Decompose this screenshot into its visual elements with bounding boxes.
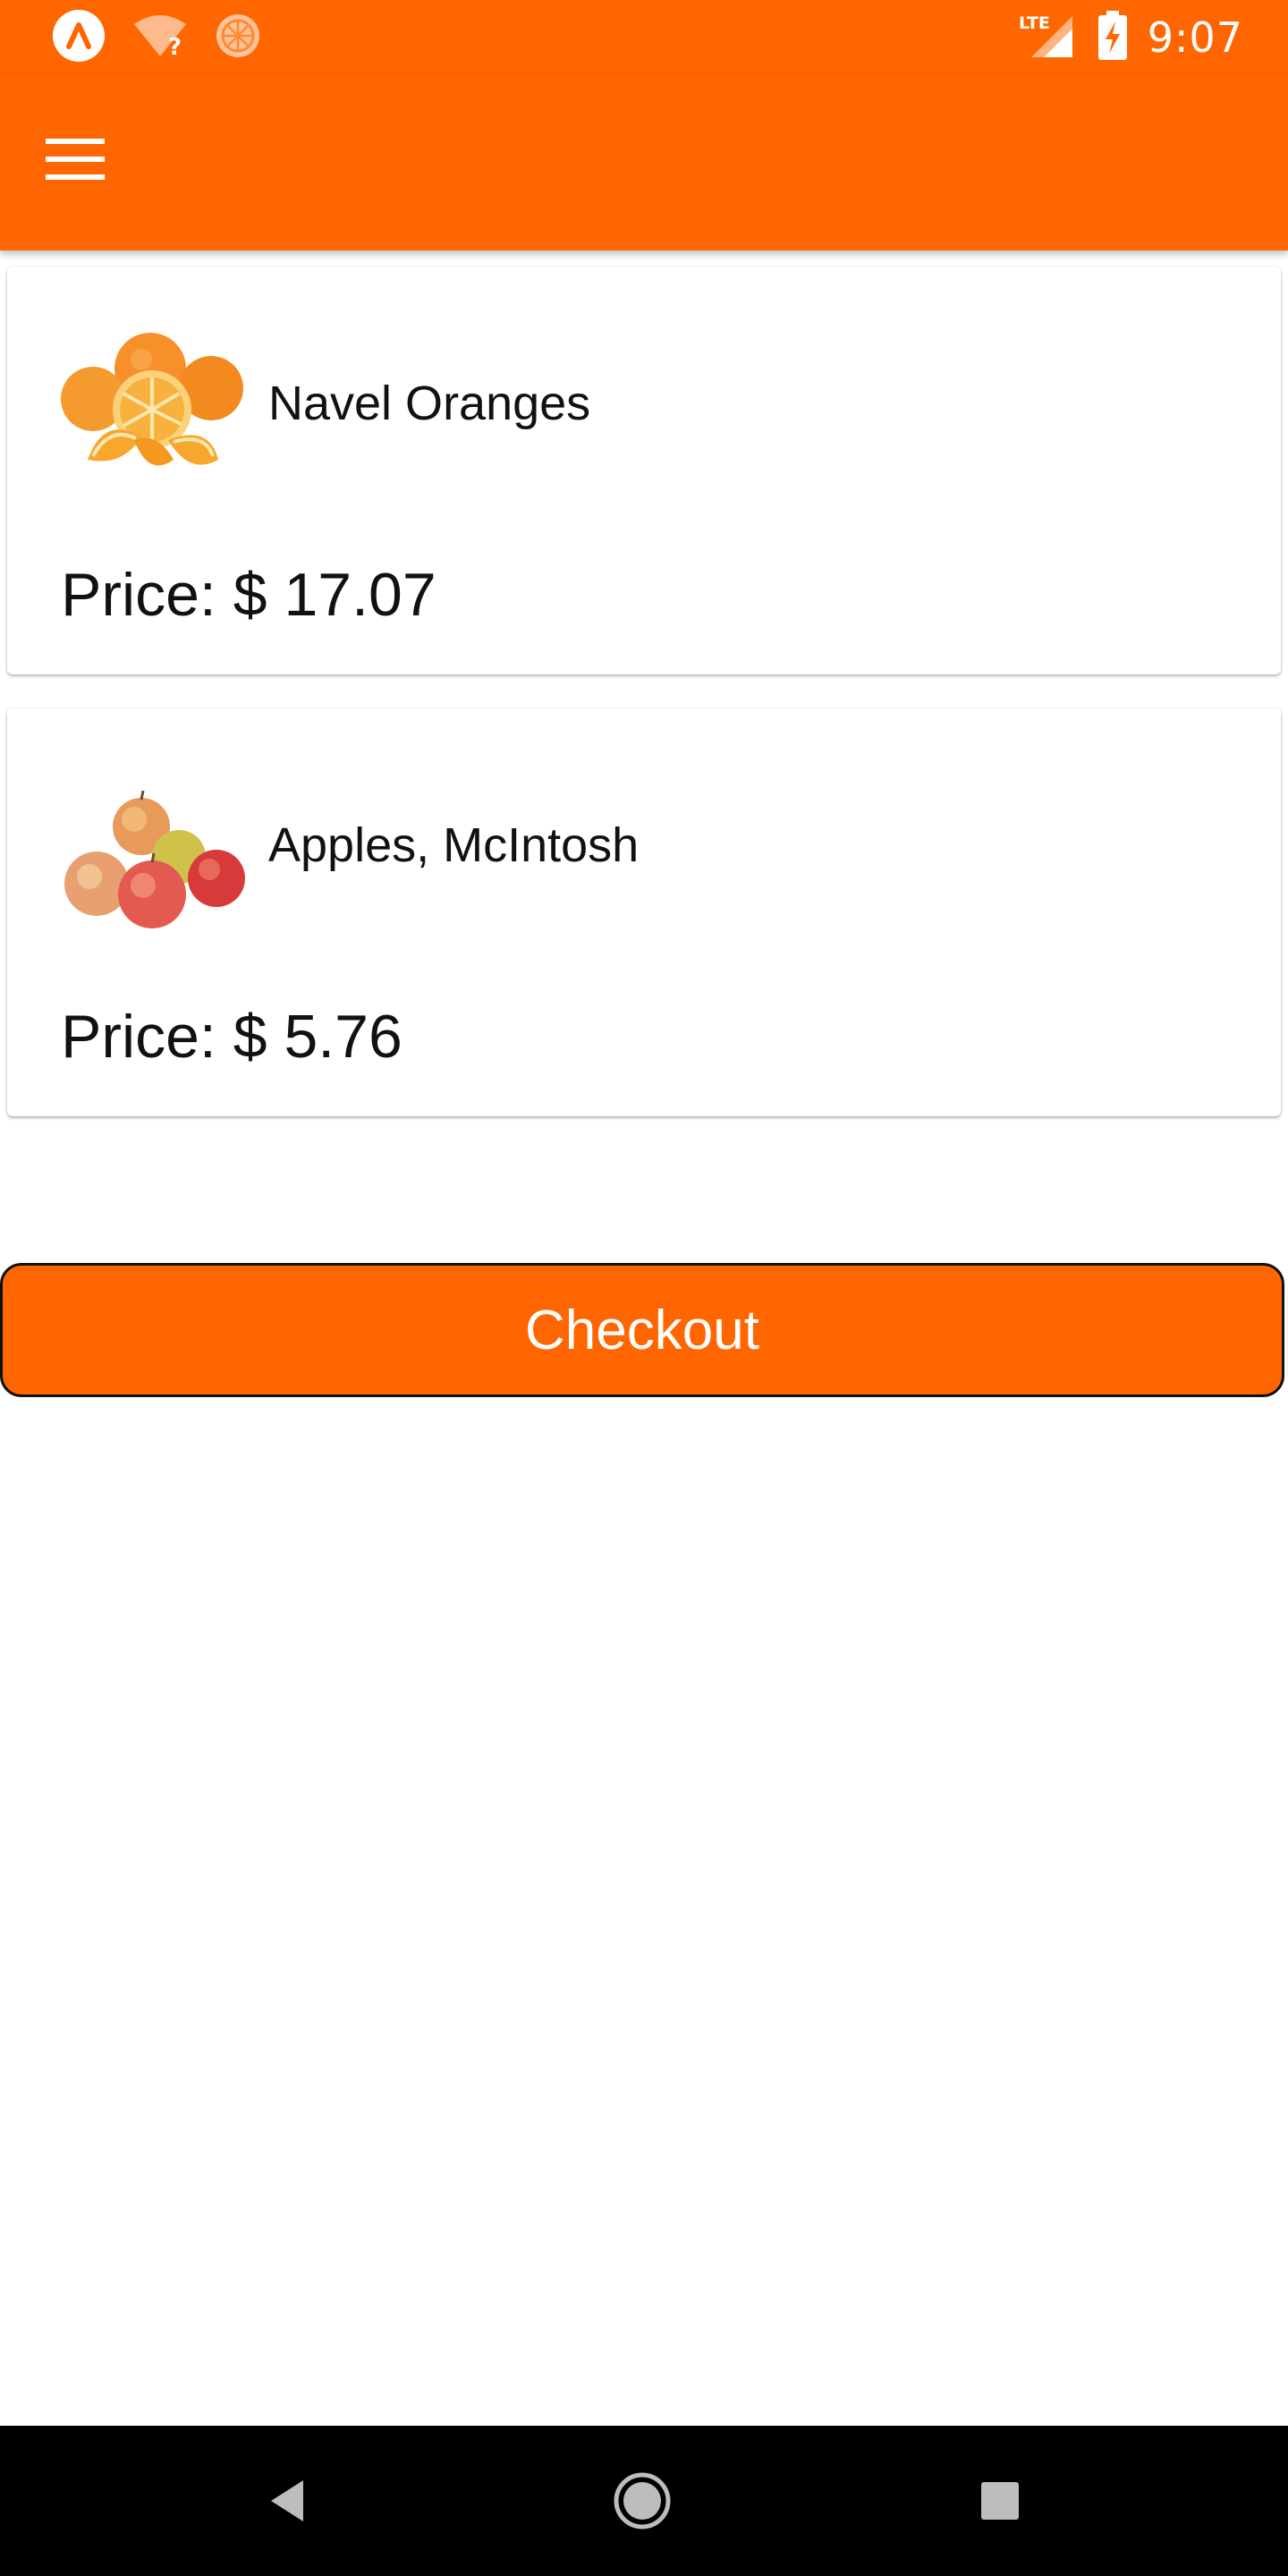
status-left-icons: ? — [52, 9, 261, 66]
status-time: 9:07 — [1147, 13, 1243, 62]
checkout-button[interactable]: Checkout — [0, 1263, 1284, 1397]
price-currency: $ — [233, 561, 267, 629]
price-label: Price: — [61, 561, 216, 629]
status-right-icons: LTE 9:07 — [1017, 11, 1243, 64]
recents-button[interactable] — [955, 2456, 1045, 2546]
product-name: Apples, McIntosh — [268, 818, 640, 872]
product-card[interactable]: Navel Oranges Price: $ 17.07 — [7, 267, 1281, 674]
price-value: 5.76 — [284, 1003, 402, 1071]
home-icon — [614, 2472, 671, 2529]
product-price: Price: $ 17.07 — [61, 560, 436, 630]
app-screen: ? LTE 9:07 Navel Oranges Price: $ 17.07 … — [0, 0, 1288, 2576]
lte-signal-icon: LTE — [1017, 11, 1078, 64]
apples-image — [59, 767, 247, 937]
system-nav-bar — [0, 2426, 1288, 2576]
price-value: 17.07 — [284, 561, 436, 629]
wifi-unknown-icon: ? — [132, 13, 188, 62]
app-bar — [0, 75, 1288, 250]
product-card[interactable]: Apples, McIntosh Price: $ 5.76 — [7, 708, 1281, 1116]
home-button[interactable] — [597, 2456, 687, 2546]
svg-text:LTE: LTE — [1019, 13, 1050, 33]
product-price: Price: $ 5.76 — [61, 1002, 402, 1072]
price-label: Price: — [61, 1003, 216, 1071]
oranges-image — [59, 326, 247, 496]
menu-button[interactable] — [32, 116, 118, 202]
battery-charging-icon — [1097, 11, 1128, 64]
checkout-label: Checkout — [525, 1299, 759, 1361]
svg-text:?: ? — [168, 34, 182, 58]
hamburger-menu-icon — [46, 139, 105, 180]
orange-notification-icon — [215, 13, 261, 63]
back-icon — [271, 2480, 303, 2521]
price-currency: $ — [233, 1003, 267, 1071]
status-bar: ? LTE 9:07 — [0, 0, 1288, 75]
product-name: Navel Oranges — [268, 377, 591, 430]
back-button[interactable] — [242, 2456, 331, 2546]
recents-icon — [981, 2482, 1019, 2520]
expo-icon — [52, 9, 106, 66]
